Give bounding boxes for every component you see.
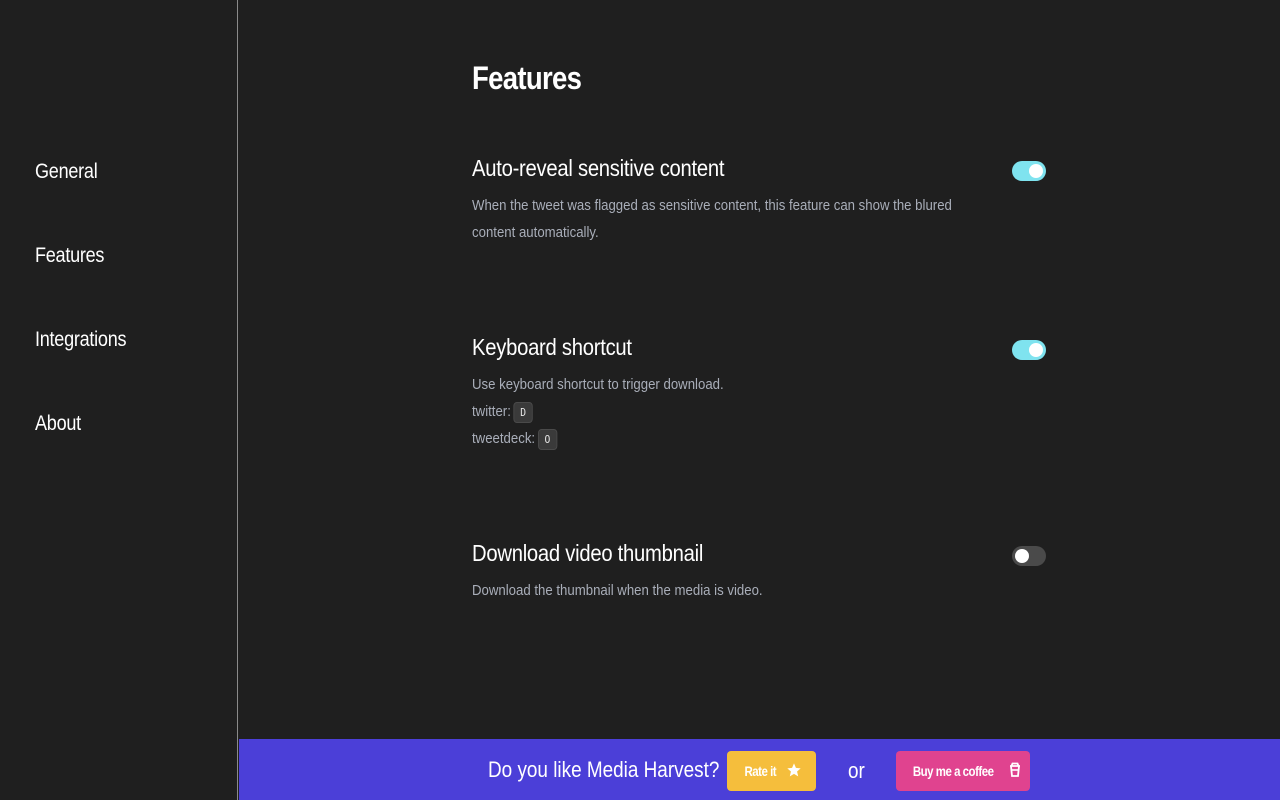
tweetdeck-shortcut-label: tweetdeck: (472, 430, 536, 447)
sidebar-item-features[interactable]: Features (35, 244, 104, 268)
toggle-knob (1029, 343, 1043, 357)
banner-or-text: or (848, 758, 865, 783)
sidebar-item-integrations[interactable]: Integrations (35, 328, 127, 352)
tweetdeck-shortcut-key: O (537, 428, 558, 450)
feature-description: Use keyboard shortcut to trigger downloa… (472, 371, 982, 452)
feature-video-thumbnail: Download video thumbnail Download the th… (472, 540, 1052, 604)
sidebar-item-about[interactable]: About (35, 412, 81, 436)
sidebar-item-general[interactable]: General (35, 160, 98, 184)
banner-question: Do you like Media Harvest? (488, 757, 720, 782)
sidebar: General Features Integrations About (0, 0, 238, 800)
page-title: Features (472, 60, 582, 96)
rate-it-button[interactable]: Rate it (727, 751, 816, 791)
options-page: General Features Integrations About Feat… (0, 0, 1280, 800)
feature-description: When the tweet was flagged as sensitive … (472, 197, 952, 241)
twitter-shortcut-label: twitter: (472, 403, 511, 420)
support-banner: Do you like Media Harvest? Rate it or Bu… (239, 739, 1280, 800)
buy-me-a-coffee-label: Buy me a coffee (912, 763, 994, 779)
shortcut-description: Use keyboard shortcut to trigger downloa… (472, 376, 724, 393)
feature-title: Keyboard shortcut (472, 334, 632, 360)
feature-auto-reveal: Auto-reveal sensitive content When the t… (472, 155, 1052, 246)
twitter-shortcut-key: D (513, 401, 533, 423)
star-icon (786, 762, 802, 781)
buy-me-a-coffee-button[interactable]: Buy me a coffee (896, 751, 1030, 791)
rate-it-label: Rate it (744, 763, 777, 779)
toggle-knob (1029, 164, 1043, 178)
feature-title: Download video thumbnail (472, 540, 704, 566)
keyboard-shortcut-toggle[interactable] (1012, 340, 1046, 360)
tweetdeck-shortcut-line: tweetdeck: O (472, 425, 982, 452)
main-content: Features Auto-reveal sensitive content W… (239, 0, 1280, 739)
twitter-shortcut-line: twitter: D (472, 398, 982, 425)
video-thumbnail-toggle[interactable] (1012, 546, 1046, 566)
coffee-cup-icon (1008, 762, 1022, 781)
feature-title: Auto-reveal sensitive content (472, 155, 725, 181)
feature-keyboard-shortcut: Keyboard shortcut Use keyboard shortcut … (472, 334, 1052, 452)
toggle-knob (1015, 549, 1029, 563)
feature-description: Download the thumbnail when the media is… (472, 582, 763, 599)
auto-reveal-toggle[interactable] (1012, 161, 1046, 181)
